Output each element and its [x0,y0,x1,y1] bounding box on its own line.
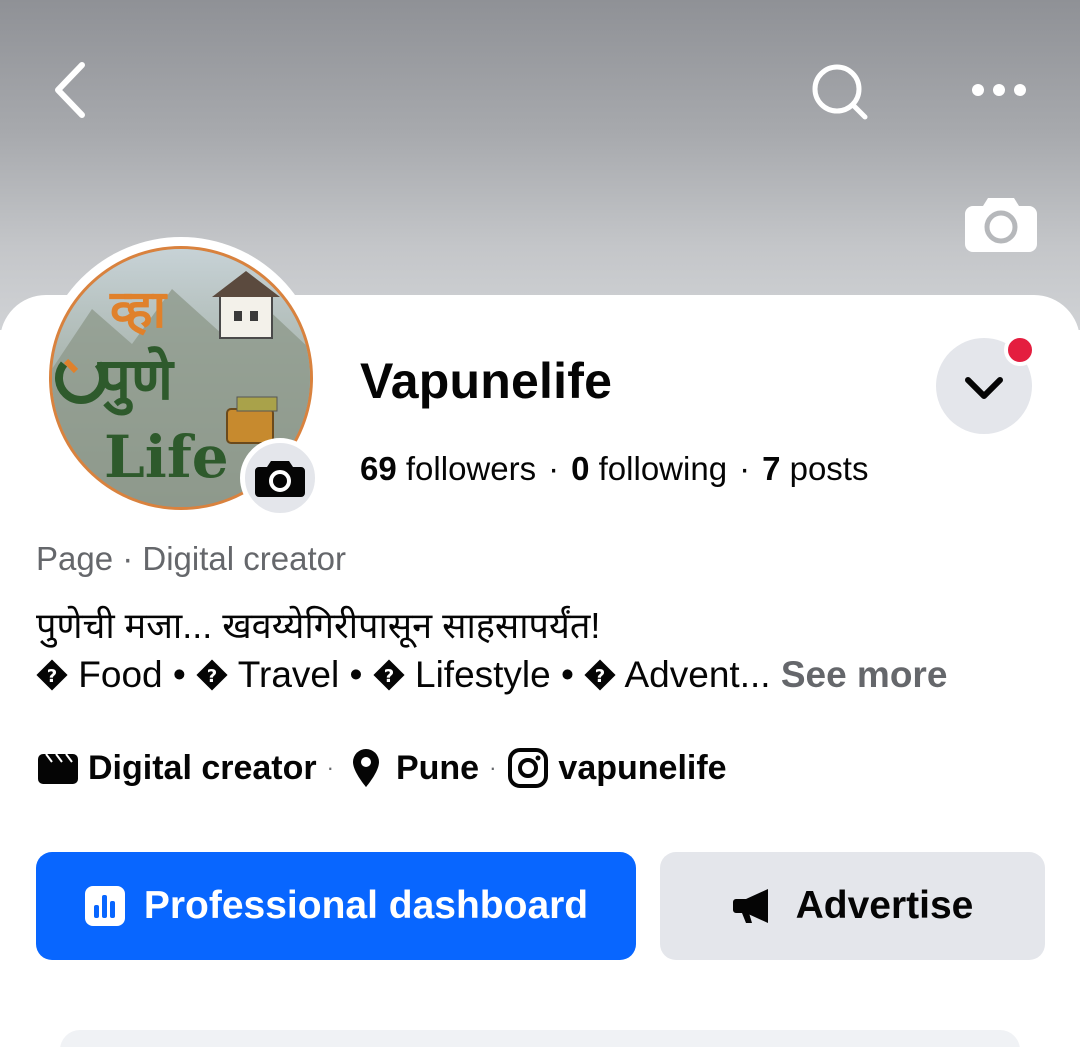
svg-text:?: ? [595,666,605,687]
instagram-icon [508,748,549,788]
page-category: Page · Digital creator [36,540,346,577]
logo-text-va: व्हा [109,280,169,340]
bio-item-adventure: Advent... [624,654,771,695]
unknown-glyph-icon: ? [373,659,405,691]
more-horizontal-icon [972,84,1026,96]
search-icon [812,64,868,120]
see-more-link[interactable]: See more [781,654,948,695]
detail-separator: · [489,755,497,780]
detail-instagram[interactable]: vapunelife [558,749,726,788]
chevron-left-icon [55,62,85,118]
search-button[interactable] [805,58,875,128]
svg-text:?: ? [207,666,217,687]
page-title: Vapunelife [360,353,613,409]
logo-text-life: Life [104,423,229,491]
edit-cover-button[interactable] [964,192,1038,256]
bar-chart-icon [84,886,125,926]
unknown-glyph-icon: ? [584,659,616,691]
megaphone-icon [732,889,768,923]
detail-location[interactable]: Pune [396,749,479,788]
bio-item-lifestyle: Lifestyle • [415,654,574,695]
professional-dashboard-label: Professional dashboard [143,884,589,927]
posts-label: posts [789,450,869,487]
stat-separator: · [548,450,560,487]
followers-label: followers [405,450,537,487]
profile-stats: 69 followers · 0 following · 7 posts [360,450,868,488]
edit-avatar-button[interactable] [240,438,320,518]
profile-page: व्हा पुणे Life Vapunelife 69 followers · 0… [0,0,1080,1047]
unknown-glyph-icon: ? [36,659,68,691]
professional-dashboard-button[interactable]: Professional dashboard [36,852,636,960]
camera-icon [965,198,1037,252]
clapperboard-icon [38,753,78,784]
stat-separator: · [739,450,751,487]
posts-count: 7 [762,450,781,487]
following-label: following [598,450,728,487]
svg-text:?: ? [383,666,393,687]
logo-text-pune: पुणे [97,345,175,416]
notification-badge [1004,334,1036,366]
detail-separator: · [326,755,334,780]
camera-icon [255,461,305,497]
posts-link[interactable]: 7 posts [762,450,868,487]
detail-category: Digital creator [88,748,317,787]
advertise-button[interactable]: Advertise [660,852,1045,960]
bio-line-1: पुणेची मजा... खवय्येगिरीपासून साहसापर्यं… [36,605,601,646]
more-options-button[interactable] [960,70,1040,110]
following-link[interactable]: 0 following [571,450,727,487]
advertise-label: Advertise [795,884,974,927]
following-count: 0 [571,450,590,487]
back-button[interactable] [40,55,100,125]
bio-item-food: Food • [78,654,186,695]
followers-link[interactable]: 69 followers [360,450,536,487]
bio-item-travel: Travel • [237,654,363,695]
next-section-card [60,1030,1020,1047]
followers-count: 69 [360,450,397,487]
svg-text:?: ? [47,666,57,687]
unknown-glyph-icon: ? [196,659,228,691]
bio-line-2: ? Food • ? Travel • ? Lifestyle • ? Adve… [36,654,947,696]
profile-details: Digital creator · Pune · vapunelife [36,744,727,792]
location-pin-icon [352,749,379,787]
